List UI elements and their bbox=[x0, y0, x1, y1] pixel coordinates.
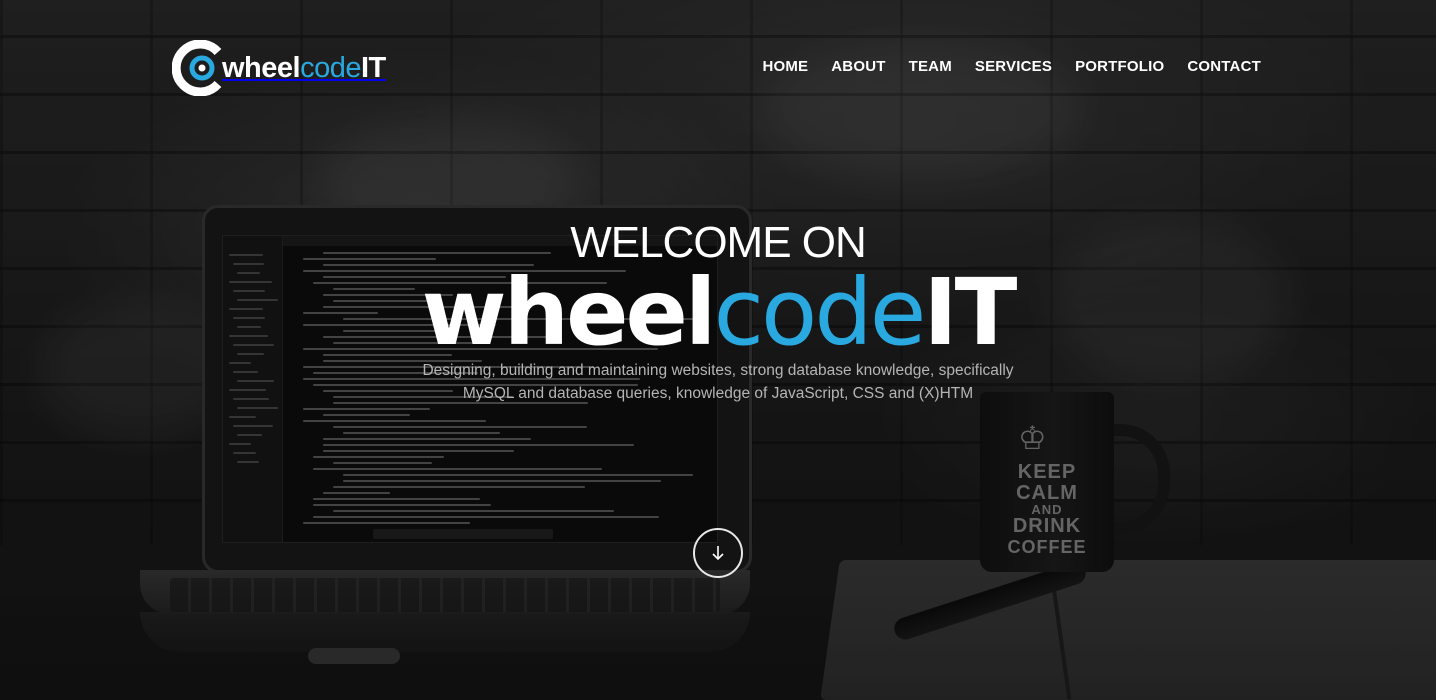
nav-services[interactable]: SERVICES bbox=[975, 58, 1052, 75]
logo[interactable]: wheelcodeIT bbox=[171, 38, 386, 98]
nav-contact[interactable]: CONTACT bbox=[1187, 58, 1261, 75]
logo-text: wheelcodeIT bbox=[222, 51, 386, 84]
wheel-logo-icon bbox=[171, 39, 228, 97]
brand-heading: wheelcodeIT bbox=[421, 259, 1018, 366]
nav-about[interactable]: ABOUT bbox=[831, 58, 885, 75]
main-nav: HOME ABOUT TEAM SERVICES PORTFOLIO CONTA… bbox=[762, 58, 1261, 75]
nav-home[interactable]: HOME bbox=[762, 58, 808, 75]
arrow-down-icon bbox=[712, 546, 724, 561]
nav-team[interactable]: TEAM bbox=[909, 58, 952, 75]
tagline: Designing, building and maintaining webs… bbox=[422, 362, 1014, 402]
nav-portfolio[interactable]: PORTFOLIO bbox=[1075, 58, 1164, 75]
scroll-down-button[interactable] bbox=[693, 528, 743, 578]
